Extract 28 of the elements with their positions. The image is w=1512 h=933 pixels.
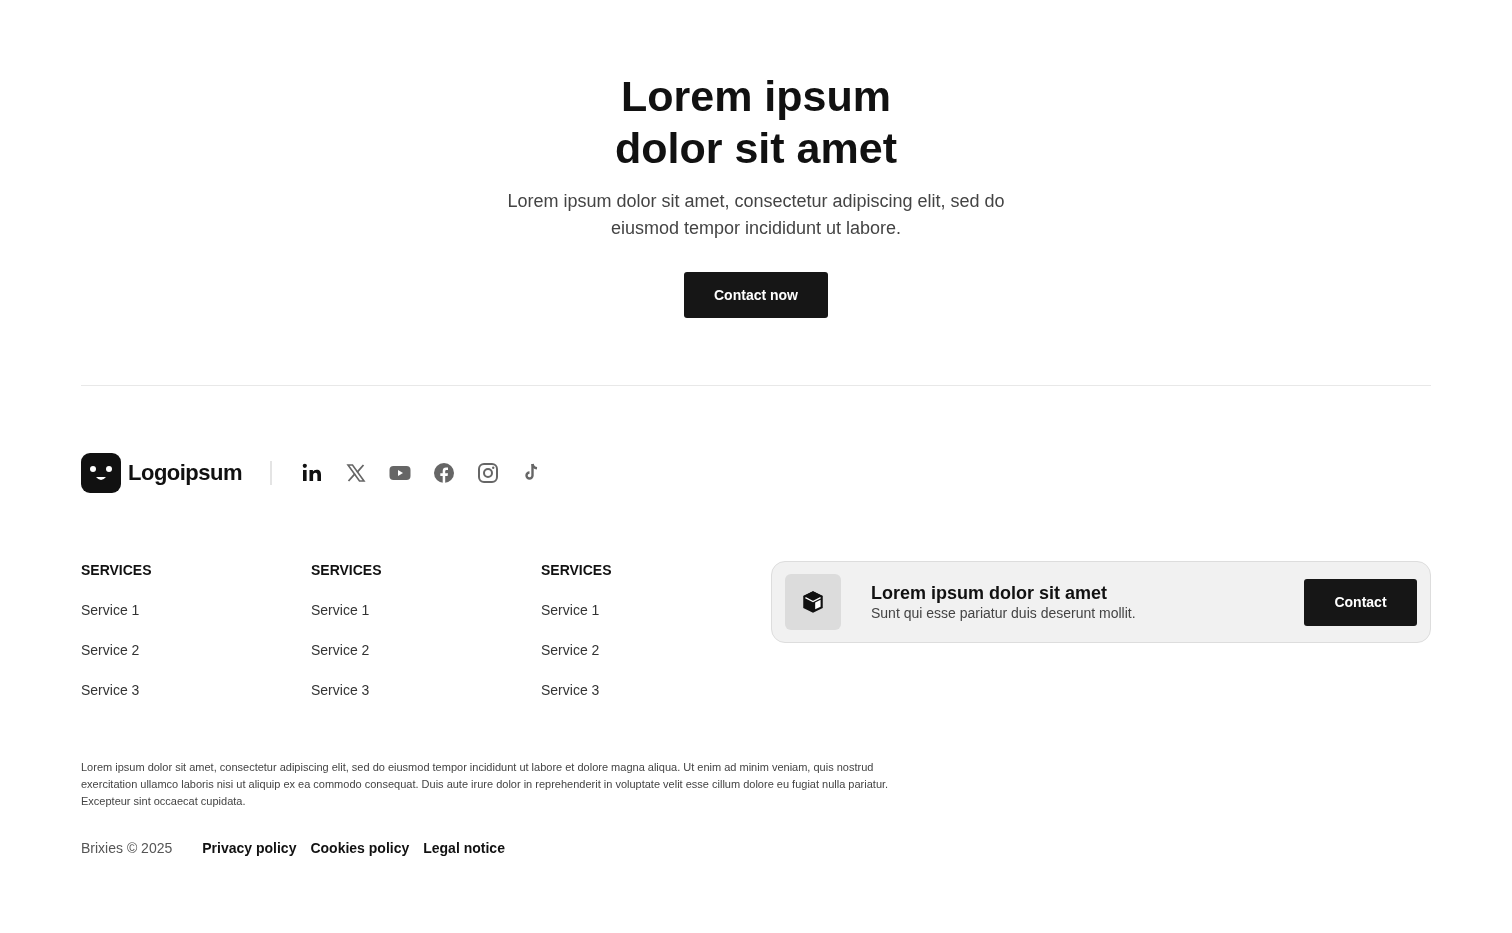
- column-heading: SERVICES: [81, 562, 153, 579]
- logo-icon: [81, 453, 121, 493]
- footer-link[interactable]: Service 2: [81, 642, 140, 659]
- policy-link[interactable]: Privacy policy: [202, 840, 297, 856]
- policy-link[interactable]: Cookies policy: [310, 840, 410, 856]
- contact-now-button[interactable]: Contact now: [684, 272, 828, 318]
- legal-text: Lorem ipsum dolor sit amet, consectetur adipiscing elit, sed do eiusmod tempor incididunt ut labore et dolore magna aliqua. Ut enim ad minim veniam, quis nostrud exercitation ullamco laboris nisi ut aliquip ex ea commodo consequat. Duis aute irure dolor in reprehenderit in voluptate velit esse cillum dolore eu fugiat nulla pariatur. Excepteur sint occaecat cupidata.: [81, 760, 890, 809]
- footer-link[interactable]: Service 3: [311, 682, 370, 699]
- footer-link[interactable]: Service 1: [81, 602, 140, 619]
- footer-link[interactable]: Service 1: [541, 602, 600, 619]
- facebook-icon[interactable]: [432, 461, 457, 485]
- column-heading: SERVICES: [311, 562, 383, 579]
- logo-text: Logoipsum: [128, 460, 243, 486]
- policy-link[interactable]: Legal notice: [423, 840, 505, 856]
- hero-title: Lorem ipsum dolor sit amet: [615, 71, 897, 174]
- column-heading: SERVICES: [541, 562, 613, 579]
- contact-button[interactable]: Contact: [1304, 578, 1417, 626]
- footer-link[interactable]: Service 2: [541, 642, 600, 659]
- footer-link[interactable]: Service 2: [311, 642, 370, 659]
- card-title: Lorem ipsum dolor sit amet: [871, 582, 1109, 604]
- footer-link[interactable]: Service 3: [81, 682, 140, 699]
- hero-subtitle: Lorem ipsum dolor sit amet, consectetur adipiscing elit, sed do eiusmod tempor incididunt ut labore.: [506, 190, 1006, 240]
- footer-link[interactable]: Service 3: [541, 682, 600, 699]
- footer-link[interactable]: Service 1: [311, 602, 370, 619]
- camera-icon[interactable]: [476, 461, 501, 485]
- cube-icon: [785, 574, 841, 630]
- copyright-text: Brixies © 2025: [81, 840, 173, 856]
- card-text: Sunt qui esse pariatur duis deserunt mollit.: [871, 604, 1137, 622]
